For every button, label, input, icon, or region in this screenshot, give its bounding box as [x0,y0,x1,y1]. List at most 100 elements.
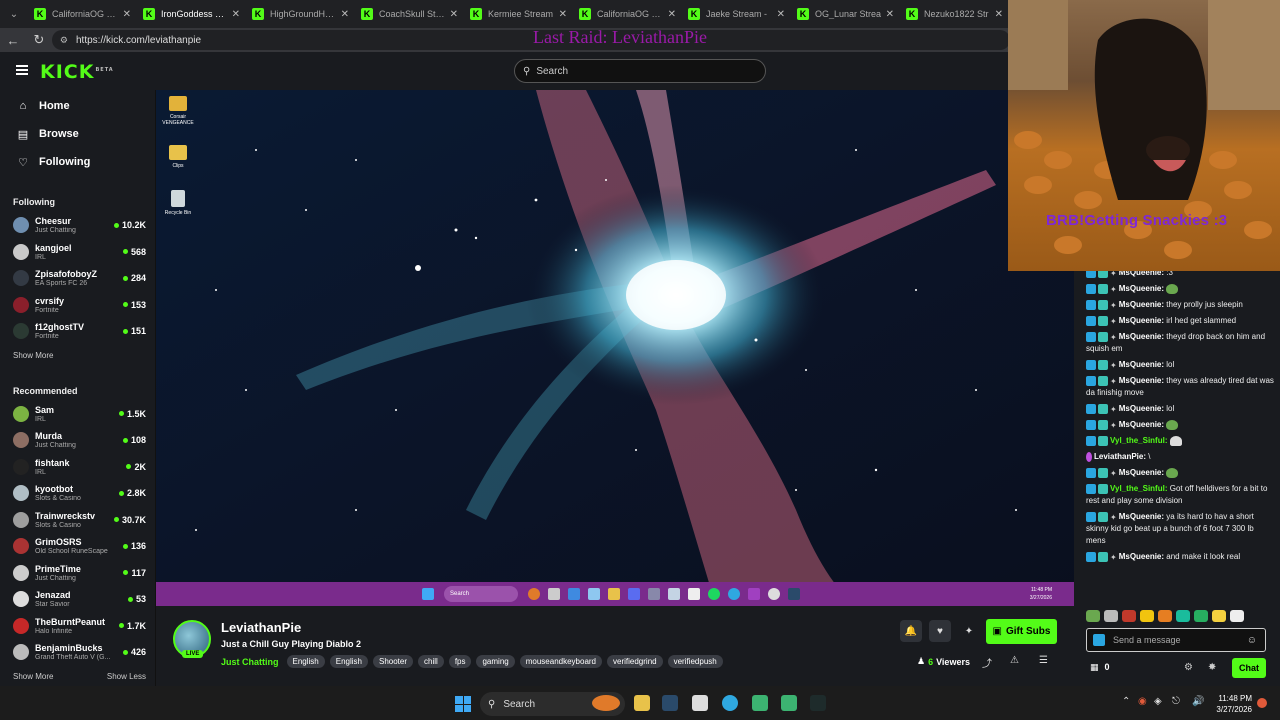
browser-tab[interactable]: K Kermiee Stream ✕ [464,2,573,26]
sidebar-channel-primetime[interactable]: PrimeTime Just Chatting 117 [0,560,155,587]
streamer-name[interactable]: LeviathanPie [221,620,301,635]
chat-username[interactable]: MsQueenie [1119,468,1162,477]
tab-close-icon[interactable]: ✕ [341,9,349,20]
back-arrow-icon[interactable]: ← [0,33,26,48]
sidebar-channel-theburntpeanut[interactable]: TheBurntPeanut Halo Infinite 1.7K [0,613,155,640]
stream-tag[interactable]: verifiedpush [667,655,723,668]
chat-username[interactable]: MsQueenie [1119,404,1162,413]
sidebar-channel-sam[interactable]: Sam IRL 1.5K [0,401,155,428]
tab-close-icon[interactable]: ✕ [995,9,1003,20]
sidebar-channel-benjaminbucks[interactable]: BenjaminBucks Grand Theft Auto V (G... 426 [0,639,155,666]
chat-message-box[interactable]: ☺ [1086,628,1266,652]
chat-username[interactable]: MsQueenie [1119,332,1162,341]
sidebar-nav-browse[interactable]: ▤ Browse [0,120,155,148]
sidebar-channel-grimosrs[interactable]: GrimOSRS Old School RuneScape 136 [0,533,155,560]
sidebar-channel-murda[interactable]: Murda Just Chatting 108 [0,427,155,454]
show-less-button[interactable]: Show Less [107,672,146,681]
steam-icon[interactable] [662,695,678,711]
menu-icon[interactable] [16,65,28,75]
sidebar-channel-trainwreckstv[interactable]: Trainwreckstv Slots & Casino 30.7K [0,507,155,534]
stream-tag[interactable]: verifiedgrind [607,655,663,668]
stream-tag[interactable]: fps [448,655,472,668]
chat-username[interactable]: MsQueenie [1119,284,1162,293]
emote-icon[interactable] [1104,610,1118,622]
chat-username[interactable]: LeviathanPie [1094,452,1143,461]
stream-tag[interactable]: chill [418,655,444,668]
chat-username[interactable]: MsQueenie [1119,552,1162,561]
tab-close-icon[interactable]: ✕ [450,9,458,20]
sidebar-channel-fishtank[interactable]: fishtank IRL 2K [0,454,155,481]
chat-username[interactable]: Vyl_the_Sinful [1110,484,1165,493]
sidebar-channel-cheesur[interactable]: Cheesur Just Chatting 10.2K [0,212,155,239]
sidebar-channel-zpisafofoboyz[interactable]: ZpisafofoboyZ EA Sports FC 26 284 [0,265,155,292]
microphone-icon[interactable]: ⎋ [1172,696,1180,707]
video-player[interactable]: Corsair VENGEANCE Clips Recycle Bin Sear… [156,90,1074,606]
stream-tag[interactable]: English [286,655,325,668]
emoji-icon[interactable]: ☺ [1247,635,1257,646]
chat-username[interactable]: MsQueenie [1119,420,1162,429]
reload-icon[interactable]: ↻ [26,32,52,48]
browser-tab[interactable]: K Jaeke Stream - ✕ [682,2,791,26]
channel-points[interactable]: ▦ 0 [1090,662,1110,673]
chat-username[interactable]: MsQueenie [1119,271,1162,277]
browser-tab[interactable]: K CaliforniaOG Stre ✕ [28,2,137,26]
tray-app-icon[interactable]: ◈ [1154,696,1162,707]
emote-icon[interactable] [1122,610,1136,622]
desktop-icon-clips[interactable]: Clips [160,145,196,169]
chat-username[interactable]: MsQueenie [1119,360,1162,369]
show-more-following-button[interactable]: Show More [13,351,53,360]
more-options-icon[interactable]: ☰ [1039,655,1048,666]
stream-tag[interactable]: English [329,655,368,668]
search-highlight-icon[interactable] [592,695,620,711]
sparkle-button[interactable]: ✦ [958,620,980,642]
stream-tag[interactable]: gaming [476,655,515,668]
edge-icon[interactable] [722,695,738,711]
gift-subs-button[interactable]: ▣ Gift Subs [986,619,1057,644]
sidebar-nav-following[interactable]: ♡ Following [0,148,155,176]
tab-close-icon[interactable]: ✕ [123,9,131,20]
url-field[interactable]: ⚙ https://kick.com/leviathanpie [51,30,1011,50]
checklist-app-icon[interactable] [781,695,797,711]
terminal-icon[interactable] [810,695,826,711]
stream-tag[interactable]: Shooter [373,655,414,668]
sidebar-channel-cvrsify[interactable]: cvrsify Fortnite 153 [0,292,155,319]
stream-tag[interactable]: mouseandkeyboard [519,655,603,668]
windows-start-icon[interactable] [455,696,471,712]
chat-send-button[interactable]: Chat [1232,658,1266,678]
chat-username[interactable]: MsQueenie [1119,300,1162,309]
kick-logo[interactable]: KICKBETA [40,61,114,83]
browser-tab[interactable]: K HighGroundHere ✕ [246,2,355,26]
notification-bell-button[interactable]: 🔔 [900,620,922,642]
chat-username[interactable]: Vyl_the_Sinful [1110,436,1165,445]
chat-username[interactable]: MsQueenie [1119,512,1162,521]
tab-close-icon[interactable]: ✕ [777,9,785,20]
sidebar-channel-kangjoel[interactable]: kangjoel IRL 568 [0,239,155,266]
search-input[interactable] [536,65,737,77]
sidebar-channel-jenazad[interactable]: Jenazad Star Savior 53 [0,586,155,613]
emote-icon[interactable] [1176,610,1190,622]
chat-username[interactable]: MsQueenie [1119,376,1162,385]
emote-icon[interactable] [1230,610,1244,622]
browser-tab[interactable]: K Nezuko1822 Str ✕ [900,2,1009,26]
emote-icon[interactable] [1086,610,1100,622]
emote-icon[interactable] [1212,610,1226,622]
desktop-icon-corsair[interactable]: Corsair VENGEANCE [160,96,196,126]
sidebar-nav-home[interactable]: ⌂ Home [0,92,155,120]
share-icon[interactable]: ⤴ [982,655,992,670]
tab-close-icon[interactable]: ✕ [886,9,894,20]
browser-tab[interactable]: K CoachSkull Strea ✕ [355,2,464,26]
browser-tab[interactable]: K OG_Lunar Strea ✕ [791,2,900,26]
sidebar-channel-f12ghosttv[interactable]: f12ghostTV Fortnite 151 [0,318,155,345]
sidebar-channel-kyootbot[interactable]: kyootbot Slots & Casino 2.8K [0,480,155,507]
emote-icon[interactable] [1158,610,1172,622]
tab-search-chevron-icon[interactable]: ⌄ [0,0,28,28]
emote-icon[interactable] [1194,610,1208,622]
search-bar[interactable]: ⚲ [514,59,766,83]
desktop-icon-recycle-bin[interactable]: Recycle Bin [160,190,196,216]
chat-username[interactable]: MsQueenie [1119,316,1162,325]
follow-button[interactable]: ♥ [929,620,951,642]
tab-close-icon[interactable]: ✕ [559,9,567,20]
volume-icon[interactable]: 🔊 [1192,696,1204,707]
os-clock[interactable]: 11:48 PM 3/27/2026 [1210,693,1252,715]
tab-close-icon[interactable]: ✕ [668,9,676,20]
